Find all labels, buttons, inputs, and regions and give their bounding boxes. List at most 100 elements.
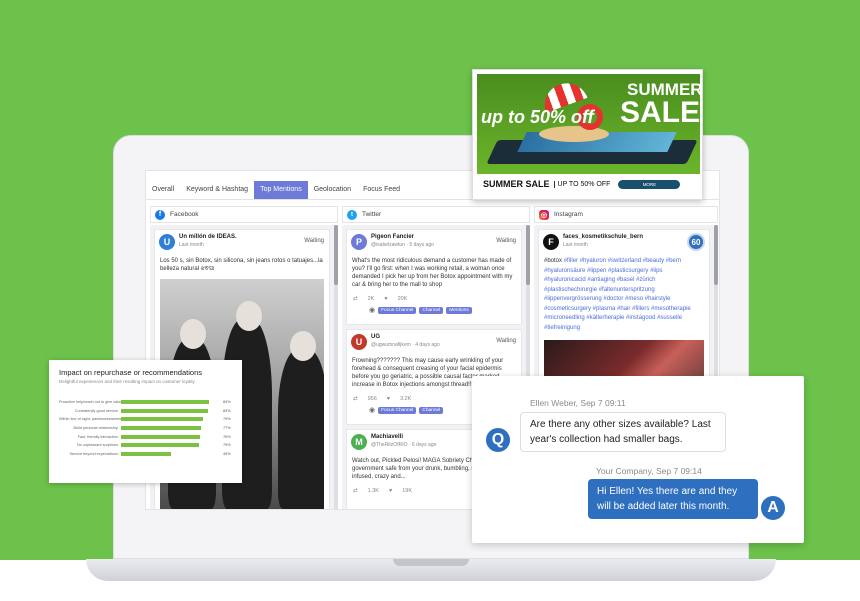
survey-bar-track	[121, 434, 221, 439]
survey-title: Impact on repurchase or recommendations	[59, 368, 202, 377]
hashtag-plain: #botox	[544, 258, 564, 264]
like-icon[interactable]: ♥	[389, 488, 392, 494]
tab-overall[interactable]: Overall	[146, 181, 180, 199]
survey-bar-track	[121, 451, 221, 456]
sale-upto-text: up to 50% off	[481, 107, 594, 127]
instagram-column-header: ◎ Instagram	[534, 206, 718, 223]
survey-bar-track	[121, 417, 221, 422]
like-count: 19K	[402, 488, 412, 494]
channel-chip[interactable]: Channel	[419, 306, 444, 314]
like-icon[interactable]: ♥	[384, 296, 387, 302]
survey-bar-value: 83%	[223, 408, 231, 413]
facebook-column-title: Facebook	[170, 211, 199, 218]
survey-row-label: Fast, friendly interaction	[77, 434, 118, 439]
facebook-icon: f	[155, 209, 165, 220]
instagram-icon: ◎	[539, 209, 549, 220]
chat-thread: Ellen Weber, Sep 7 09:11 Are there any o…	[472, 376, 804, 543]
summer-sale-ad[interactable]: up to 50% off SUMMER SALE SUMMER SALE UP…	[472, 69, 703, 200]
eye-icon[interactable]: ◉	[369, 406, 375, 414]
hashtag-text: #filler #hyaluron #switzerland #beauty #…	[544, 258, 691, 331]
post-author[interactable]: UG	[371, 334, 380, 340]
tab-bar: Overall Keyword & Hashtag Top Mentions G…	[146, 181, 406, 199]
avatar[interactable]: P	[351, 234, 367, 250]
avatar[interactable]: U	[351, 334, 367, 350]
survey-bar-value: 75%	[223, 443, 231, 448]
retweet-icon[interactable]: ⇄	[353, 296, 358, 302]
survey-bar	[121, 443, 199, 448]
retweet-icon[interactable]: ⇄	[353, 488, 358, 494]
post-meta: @isabelzawtun · 5 days ago	[371, 242, 434, 248]
survey-bar-value: 49%	[223, 451, 231, 456]
sand-shape	[539, 126, 609, 142]
survey-chart-card: Impact on repurchase or recommendations …	[49, 360, 242, 483]
post-author[interactable]: Machiavelli	[371, 434, 403, 440]
retweet-icon[interactable]: ⇄	[353, 396, 358, 402]
tab-top-mentions[interactable]: Top Mentions	[254, 181, 308, 199]
status-badge: Waiting	[496, 338, 516, 344]
sale-title: SUMMER SALE	[483, 179, 550, 189]
post-author[interactable]: Un millón de IDEAS.	[179, 234, 237, 240]
avatar[interactable]: U	[159, 234, 175, 250]
channel-chip[interactable]: Channel	[419, 406, 444, 414]
avatar[interactable]: M	[351, 434, 367, 450]
more-button[interactable]: MORE	[618, 179, 681, 189]
survey-bar-track	[121, 408, 221, 413]
survey-bar	[121, 434, 200, 439]
incoming-meta: Ellen Weber, Sep 7 09:11	[530, 398, 626, 408]
survey-row: Service beyond expectations 49%	[59, 450, 232, 459]
photo-figure-head	[236, 301, 262, 331]
answer-badge: A	[759, 494, 787, 522]
tab-focus-feed[interactable]: Focus Feed	[357, 181, 406, 199]
survey-row: Within line of sight, painless/seamless/…	[59, 415, 232, 424]
post-author[interactable]: Pigeon Fancier	[371, 234, 414, 240]
survey-bar	[121, 408, 208, 413]
survey-row-label: Service beyond expectations	[69, 451, 118, 456]
survey-bar-value: 76%	[223, 434, 231, 439]
mentions-chip[interactable]: Mentions	[446, 306, 472, 314]
status-badge: Waiting	[304, 238, 324, 244]
sale-discount: UP TO 50% OFF	[553, 180, 610, 188]
post-text: Los 50 s, sin Botox, sin silicona, sin j…	[160, 258, 323, 272]
survey-rows: Proactive help/reach out to give value o…	[59, 398, 232, 458]
status-badge: Waiting	[496, 238, 516, 244]
twitter-post[interactable]: P Pigeon Fancier @isabelzawtun · 5 days …	[346, 229, 522, 325]
retweet-count: 956	[367, 396, 377, 402]
survey-bar-value: 77%	[223, 426, 231, 431]
photo-figure-head	[180, 319, 206, 349]
photo-figure	[278, 349, 324, 509]
sale-sale-text: SALE	[620, 96, 700, 129]
outgoing-meta: Your Company, Sep 7 09:14	[596, 466, 702, 476]
survey-row-label: Consistently good service	[74, 408, 118, 413]
instagram-column-title: Instagram	[554, 211, 583, 218]
post-hashtags: #botox #filler #hyaluron #switzerland #b…	[539, 254, 709, 336]
twitter-icon: t	[347, 209, 357, 220]
survey-row-label: Within line of sight, painless/seamless/…	[59, 417, 121, 422]
survey-row: Build personal relationship 77%	[59, 424, 232, 433]
laptop-notch	[393, 559, 469, 566]
post-meta: @ugwumnafijkem · 4 days ago	[371, 342, 440, 348]
eye-icon[interactable]: ◉	[369, 306, 375, 314]
survey-bar	[121, 426, 201, 431]
survey-row: Fast, friendly interaction 76%	[59, 432, 232, 441]
tab-geolocation[interactable]: Geolocation	[308, 181, 357, 199]
like-count: 3.2K	[400, 396, 412, 402]
photo-figure-head	[290, 331, 316, 361]
like-count: 20K	[397, 296, 408, 302]
avatar[interactable]: F	[543, 234, 559, 250]
post-author[interactable]: faces_kosmetikschule_bern	[563, 234, 643, 240]
chip-row: ◉ Focus Channel Channel Mentions	[347, 306, 521, 318]
facebook-column-header: f Facebook	[150, 206, 338, 223]
question-badge: Q	[484, 426, 512, 454]
post-text: What's the most ridiculous demand a cust…	[352, 258, 513, 288]
sale-banner-image: up to 50% off SUMMER SALE	[477, 74, 700, 174]
post-meta: @TheRitzOfRIO · 6 days ago	[371, 442, 437, 448]
survey-row-label: Proactive help/reach out to give value o…	[59, 400, 121, 405]
survey-bar	[121, 400, 209, 405]
focus-channel-chip[interactable]: Focus Channel	[378, 406, 417, 414]
focus-channel-chip[interactable]: Focus Channel	[378, 306, 417, 314]
like-icon[interactable]: ♥	[387, 396, 390, 402]
outgoing-message: Hi Ellen! Yes there are and they will be…	[588, 479, 758, 519]
scrollbar[interactable]	[334, 225, 338, 509]
tab-keyword-hashtag[interactable]: Keyword & Hashtag	[180, 181, 254, 199]
survey-row-label: Build personal relationship	[73, 426, 118, 431]
